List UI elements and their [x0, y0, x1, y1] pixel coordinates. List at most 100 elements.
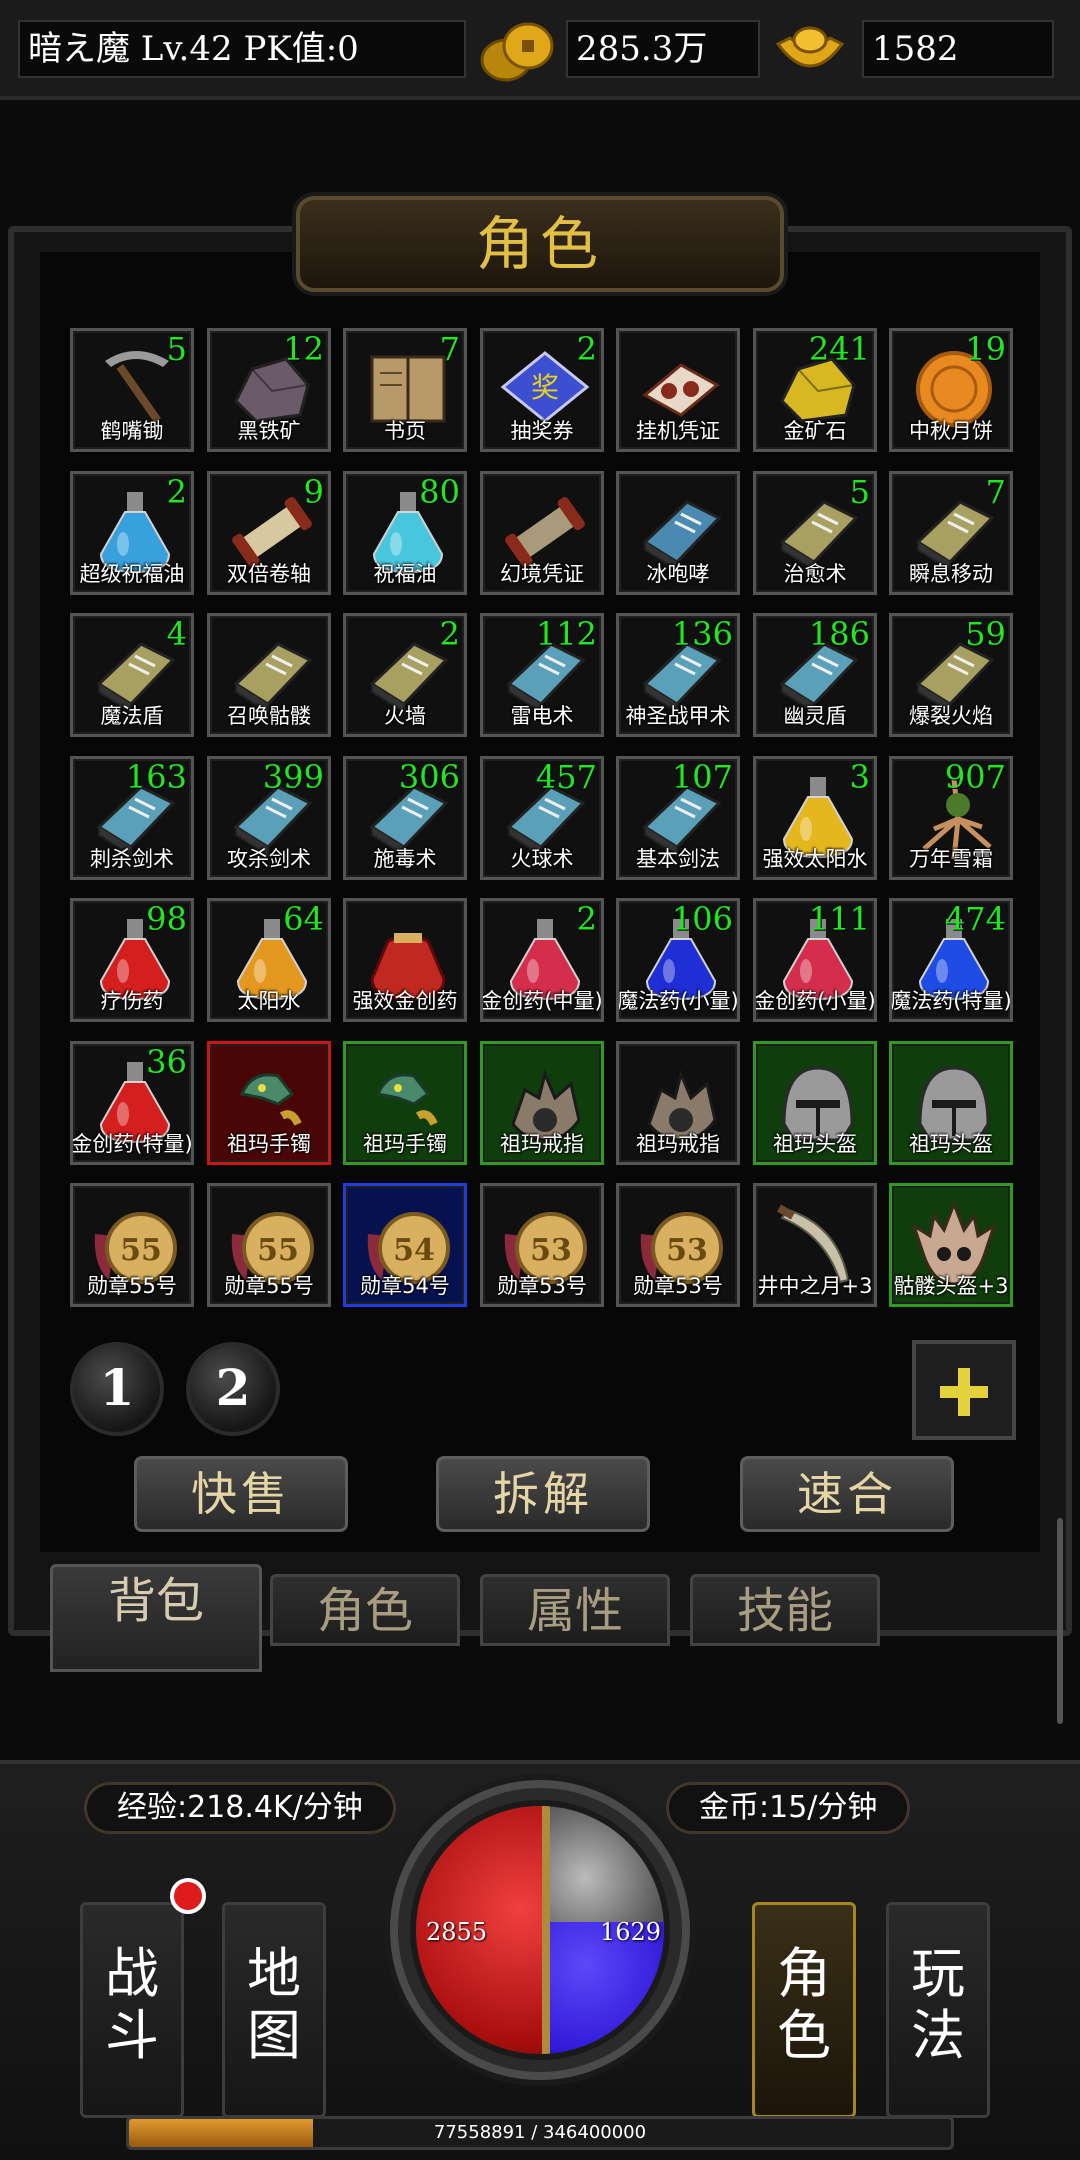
item-name: 治愈术 — [783, 562, 847, 586]
item-name: 勋章53号 — [633, 1274, 723, 1298]
item-count: 112 — [535, 615, 597, 653]
inventory-slot[interactable]: 祖玛戒指 — [480, 1041, 604, 1165]
battle-button[interactable]: 战 斗 — [80, 1902, 184, 2118]
inventory-slot[interactable]: 7 书页 — [343, 328, 467, 452]
item-count: 80 — [419, 473, 460, 511]
inventory-slot[interactable]: 111 金创药(小量) — [753, 898, 877, 1022]
inventory-slot[interactable]: 19 中秋月饼 — [889, 328, 1013, 452]
inventory-slot[interactable]: 祖玛头盔 — [753, 1041, 877, 1165]
inventory-slot[interactable]: 2 火墙 — [343, 613, 467, 737]
inventory-slot[interactable]: 55 勋章55号 — [70, 1183, 194, 1307]
tab-role[interactable]: 角色 — [270, 1574, 460, 1646]
inventory-slot[interactable]: 祖玛头盔 — [889, 1041, 1013, 1165]
svg-text:53: 53 — [666, 1233, 708, 1268]
mp-value: 1629 — [600, 1918, 662, 1946]
item-name: 强效太阳水 — [762, 847, 868, 871]
inventory-slot[interactable]: 祖玛手镯 — [343, 1041, 467, 1165]
add-slot-button[interactable] — [912, 1340, 1016, 1440]
tab-skills[interactable]: 技能 — [690, 1574, 880, 1646]
inventory-slot[interactable]: 36 金创药(特量) — [70, 1041, 194, 1165]
inventory-slot[interactable]: 53 勋章53号 — [480, 1183, 604, 1307]
item-count: 9 — [303, 473, 324, 511]
quick-sell-button[interactable]: 快售 — [134, 1456, 348, 1532]
inventory-slot[interactable]: 98 疗伤药 — [70, 898, 194, 1022]
item-name: 祝福油 — [373, 562, 437, 586]
item-name: 骷髅头盔+3 — [893, 1274, 1009, 1298]
inventory-slot[interactable]: 骷髅头盔+3 — [889, 1183, 1013, 1307]
inventory-slot[interactable]: 112 雷电术 — [480, 613, 604, 737]
item-name: 勋章53号 — [497, 1274, 587, 1298]
item-count: 457 — [535, 758, 597, 796]
inventory-slot[interactable]: 7 瞬息移动 — [889, 471, 1013, 595]
inventory-slot[interactable]: 3 强效太阳水 — [753, 756, 877, 880]
dismantle-button[interactable]: 拆解 — [436, 1456, 650, 1532]
item-count: 7 — [985, 473, 1006, 511]
character-button[interactable]: 角 色 — [752, 1902, 856, 2118]
inventory-slot[interactable]: 祖玛戒指 — [616, 1041, 740, 1165]
inventory-slot[interactable]: 挂机凭证 — [616, 328, 740, 452]
tab-bag[interactable]: 背包 — [50, 1564, 262, 1672]
item-name: 太阳水 — [237, 989, 301, 1013]
inventory-slot[interactable]: 强效金创药 — [343, 898, 467, 1022]
inventory-slot[interactable]: 59 爆裂火焰 — [889, 613, 1013, 737]
inventory-slot[interactable]: 54 勋章54号 — [343, 1183, 467, 1307]
inventory-slot[interactable]: 241 金矿石 — [753, 328, 877, 452]
item-count: 2 — [576, 900, 597, 938]
inventory-slot[interactable]: 2 金创药(中量) — [480, 898, 604, 1022]
inventory-slot[interactable]: 163 刺杀剑术 — [70, 756, 194, 880]
inventory-slot[interactable]: 4 魔法盾 — [70, 613, 194, 737]
item-name: 超级祝福油 — [79, 562, 185, 586]
inventory-slot[interactable]: 12 黑铁矿 — [207, 328, 331, 452]
inventory-slot[interactable]: 祖玛手镯 — [207, 1041, 331, 1165]
inventory-slot[interactable]: 80 祝福油 — [343, 471, 467, 595]
item-name: 金矿石 — [783, 419, 847, 443]
item-name: 神圣战甲术 — [625, 704, 731, 728]
item-count: 98 — [146, 900, 187, 938]
page-1-button[interactable]: 1 — [70, 1342, 164, 1436]
item-name: 祖玛戒指 — [500, 1132, 584, 1156]
item-name: 金创药(小量) — [754, 989, 876, 1013]
inventory-slot[interactable]: 107 基本剑法 — [616, 756, 740, 880]
item-count: 64 — [283, 900, 324, 938]
item-name: 勋章55号 — [87, 1274, 177, 1298]
inventory-slot[interactable]: 64 太阳水 — [207, 898, 331, 1022]
scrollbar[interactable] — [1057, 1518, 1063, 1724]
item-count: 241 — [808, 330, 870, 368]
tab-attributes[interactable]: 属性 — [480, 1574, 670, 1646]
inventory-slot[interactable]: 奖 2 抽奖券 — [480, 328, 604, 452]
item-count: 2 — [439, 615, 460, 653]
inventory-slot[interactable]: 5 鹤嘴锄 — [70, 328, 194, 452]
inventory-slot[interactable]: 冰咆哮 — [616, 471, 740, 595]
inventory-slot[interactable]: 井中之月+3 — [753, 1183, 877, 1307]
inventory-slot[interactable]: 907 万年雪霜 — [889, 756, 1013, 880]
item-count: 306 — [398, 758, 460, 796]
item-name: 冰咆哮 — [646, 562, 710, 586]
inventory-slot[interactable]: 召唤骷髅 — [207, 613, 331, 737]
inventory-slot[interactable]: 9 双倍卷轴 — [207, 471, 331, 595]
inventory-slot[interactable]: 136 神圣战甲术 — [616, 613, 740, 737]
item-count: 19 — [965, 330, 1006, 368]
item-name: 鹤嘴锄 — [100, 419, 164, 443]
item-name: 抽奖券 — [510, 419, 574, 443]
inventory-slot[interactable]: 53 勋章53号 — [616, 1183, 740, 1307]
inventory-slot[interactable]: 399 攻杀剑术 — [207, 756, 331, 880]
svg-text:55: 55 — [120, 1233, 162, 1268]
inventory-slot[interactable]: 106 魔法药(小量) — [616, 898, 740, 1022]
inventory-slot[interactable]: 幻境凭证 — [480, 471, 604, 595]
inventory-slot[interactable]: 474 魔法药(特量) — [889, 898, 1013, 1022]
gold-ingot-icon — [775, 26, 845, 68]
combine-button[interactable]: 速合 — [740, 1456, 954, 1532]
item-name: 井中之月+3 — [757, 1274, 873, 1298]
inventory-slot[interactable]: 2 超级祝福油 — [70, 471, 194, 595]
inventory-slot[interactable]: 55 勋章55号 — [207, 1183, 331, 1307]
item-name: 祖玛手镯 — [227, 1132, 311, 1156]
inventory-slot[interactable]: 457 火球术 — [480, 756, 604, 880]
gameplay-button[interactable]: 玩 法 — [886, 1902, 990, 2118]
inventory-slot[interactable]: 186 幽灵盾 — [753, 613, 877, 737]
page-2-button[interactable]: 2 — [186, 1342, 280, 1436]
inventory-slot[interactable]: 5 治愈术 — [753, 471, 877, 595]
panel-title-plate: 角色 — [296, 196, 784, 292]
item-count: 2 — [576, 330, 597, 368]
inventory-slot[interactable]: 306 施毒术 — [343, 756, 467, 880]
map-button[interactable]: 地 图 — [222, 1902, 326, 2118]
